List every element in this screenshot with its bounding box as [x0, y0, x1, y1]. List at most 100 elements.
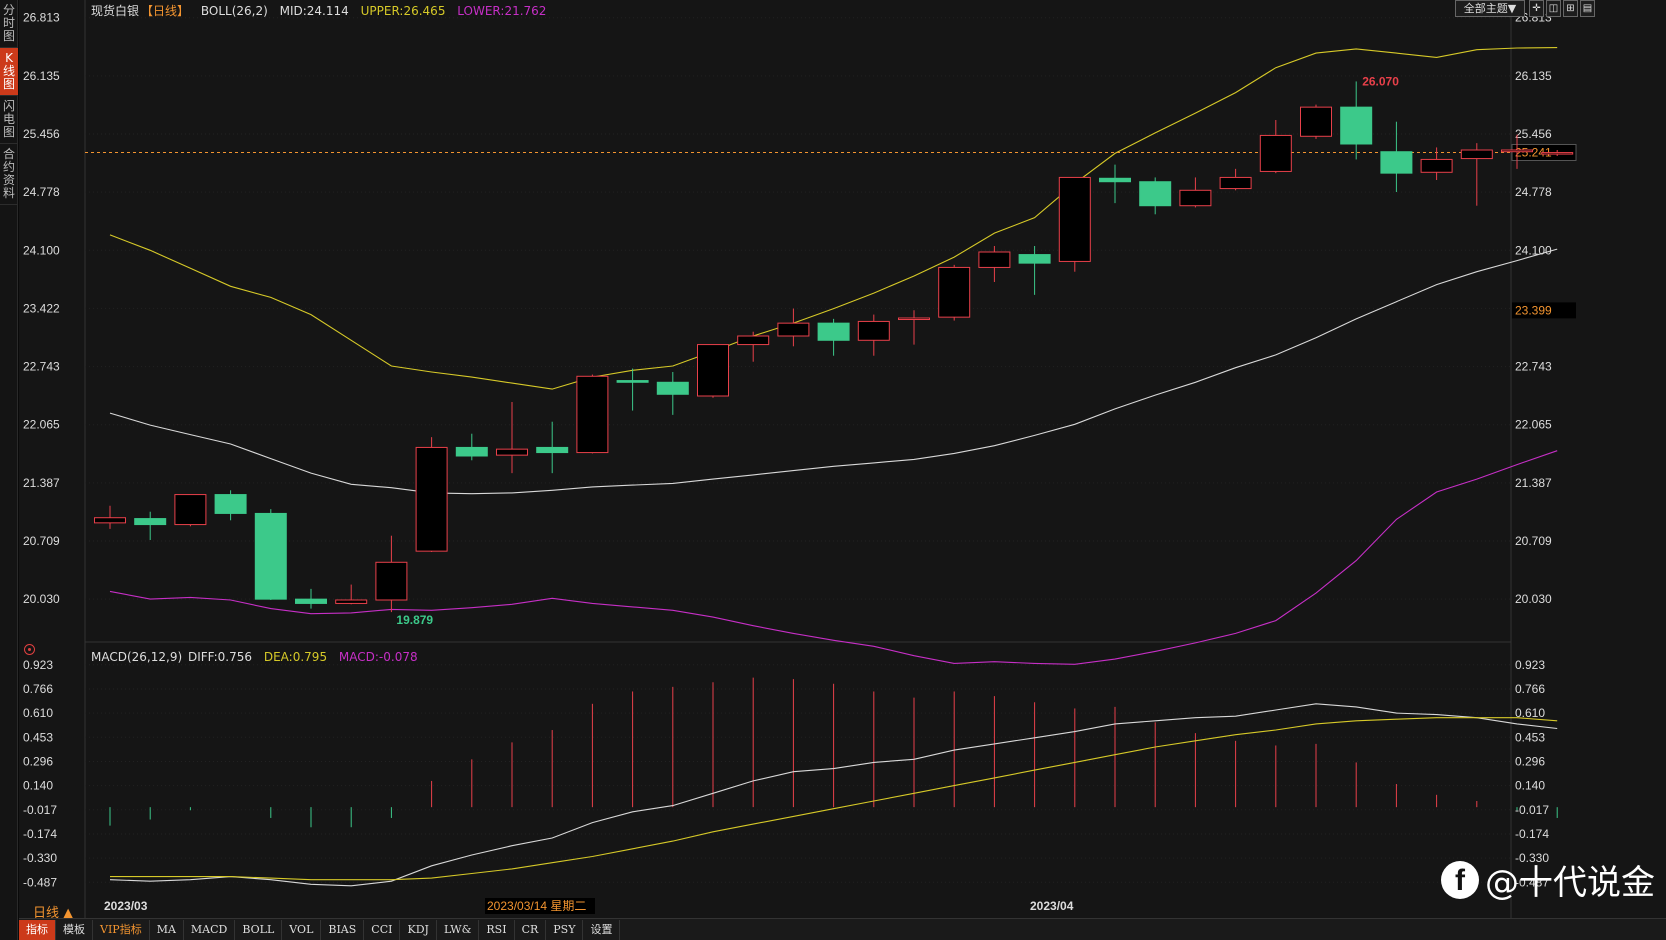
candle-body [1259, 134, 1292, 172]
macd-tick-label-right: 0.453 [1515, 730, 1545, 744]
split-icon[interactable]: ◫ [1546, 0, 1561, 17]
candle-body [214, 494, 247, 514]
macd-tick-label-left: -0.487 [23, 875, 57, 889]
crosshair-price-label: 23.399 [1515, 303, 1552, 317]
candle-body [134, 518, 167, 526]
price-tick-label-left: 24.100 [23, 243, 60, 257]
chart-area[interactable]: 26.813 26.813 26.135 26.135 25.456 25.456 24.7… [19, 0, 1666, 921]
candle-body [1460, 149, 1493, 160]
candle-body [1018, 254, 1051, 264]
candle-body [978, 251, 1011, 268]
candle-body [1058, 176, 1091, 262]
macd-dea: DEA:0.795 [263, 650, 328, 664]
macd-tick-label-left: -0.017 [23, 803, 57, 817]
candle-body [335, 599, 368, 604]
price-tick-label-right: 24.778 [1515, 185, 1552, 199]
price-tick-label-right: 20.030 [1515, 592, 1552, 606]
bottom-tab-2[interactable]: VIP指标 [93, 919, 150, 940]
macd-tick-label-right: 0.923 [1515, 658, 1545, 672]
boll-name: BOLL(26,2) [200, 4, 268, 18]
macd-tick-label-right: -0.017 [1515, 803, 1549, 817]
crosshair-icon[interactable]: ✛ [1529, 0, 1544, 17]
bottom-tab-13[interactable]: PSY [546, 919, 584, 940]
price-tick-label-right: 21.387 [1515, 476, 1552, 490]
macd-value: MACD:-0.078 [338, 650, 418, 664]
candle-body [1340, 106, 1373, 145]
candle-body [1501, 149, 1533, 153]
tab-contract-info[interactable]: 合约资料 [0, 144, 18, 205]
candle-body [415, 446, 448, 552]
indicator-tab-bar: 指标 模板 VIP指标 MA MACD BOLL VOL BIAS CCI KDJ LW& RSI CR… [19, 918, 1666, 940]
bottom-tab-10[interactable]: LW& [437, 919, 480, 940]
price-tick-label-left: 25.456 [23, 127, 60, 141]
macd-tick-label-right: 0.296 [1515, 755, 1545, 769]
macd-tick-label-left: -0.174 [23, 827, 57, 841]
bottom-tab-1[interactable]: 模板 [56, 919, 93, 940]
bottom-tab-9[interactable]: KDJ [400, 919, 437, 940]
candle-body [1099, 177, 1131, 183]
indicator-settings-icon[interactable] [24, 644, 35, 655]
date-label-start: 2023/03 [104, 899, 148, 913]
bottom-tab-6[interactable]: VOL [282, 919, 322, 940]
price-tick-label-right: 24.100 [1515, 243, 1552, 257]
facebook-icon: f [1441, 860, 1479, 899]
macd-tick-label-left: 0.140 [23, 779, 53, 793]
bottom-tab-14[interactable]: 设置 [583, 919, 621, 940]
bottom-tab-3[interactable]: MA [150, 919, 184, 940]
macd-diff: DIFF:0.756 [187, 650, 253, 664]
candle-body [857, 320, 890, 341]
boll-upper: UPPER:26.465 [360, 4, 446, 18]
candle-body [375, 561, 408, 601]
candle-body [1300, 106, 1332, 137]
bottom-tab-4[interactable]: MACD [184, 919, 236, 940]
boll-mid-line [109, 248, 1558, 495]
tab-kline[interactable]: K线图 [0, 48, 18, 96]
macd-tick-label-left: 0.610 [23, 706, 53, 720]
grid-icon[interactable]: ⊞ [1563, 0, 1578, 17]
macd-tick-label-left: 0.923 [23, 658, 53, 672]
macd-tick-label-right: 0.766 [1515, 682, 1545, 696]
candle-body [1541, 152, 1574, 155]
watermark: f @十代说金 [1441, 855, 1655, 904]
price-tick-label-right: 26.135 [1515, 69, 1552, 83]
macd-tick-label-right: -0.174 [1515, 827, 1549, 841]
tab-flash-chart[interactable]: 闪电图 [0, 96, 18, 144]
candle-body [737, 335, 770, 346]
tab-timeshare[interactable]: 分时图 [0, 0, 18, 48]
layout-icon[interactable]: ▤ [1580, 0, 1595, 17]
price-tick-label-left: 22.743 [23, 360, 60, 374]
macd-legend: MACD(26,12,9) DIFF:0.756 DEA:0.795 MACD:… [91, 650, 426, 664]
price-tick-label-left: 22.065 [23, 418, 60, 432]
bottom-tab-0[interactable]: 指标 [19, 919, 56, 940]
candle-body [898, 317, 930, 320]
candle-body [254, 512, 287, 600]
candle-body [1420, 158, 1453, 173]
candle-body [496, 448, 528, 456]
boll-legend: 现货白银 【日线】 BOLL(26,2) MID:24.114 UPPER:26.… [91, 2, 554, 19]
view-tab-strip: 分时图 K线图 闪电图 合约资料 [0, 0, 18, 940]
high-price-label: 26.070 [1362, 74, 1399, 88]
candle-body [1219, 176, 1252, 190]
macd-tick-label-left: 0.766 [23, 682, 53, 696]
candle-body [697, 344, 729, 397]
price-tick-label-left: 26.813 [23, 11, 60, 25]
bottom-tab-11[interactable]: RSI [479, 919, 515, 940]
bottom-tab-12[interactable]: CR [515, 919, 547, 940]
kline-chart[interactable]: 26.813 26.81326.135 26.13525.456 25.45624.7… [19, 0, 1666, 918]
price-tick-label-right: 22.743 [1515, 360, 1552, 374]
candle-body [938, 266, 971, 318]
date-label-mid: 2023/04 [1030, 899, 1074, 913]
candle-body [1139, 181, 1172, 207]
bottom-tab-8[interactable]: CCI [364, 919, 401, 940]
macd-tick-label-left: 0.453 [23, 730, 53, 744]
macd-name: MACD(26,12,9) [91, 650, 183, 664]
candle-body [174, 494, 207, 526]
theme-selector[interactable]: 全部主题▼ [1455, 0, 1525, 17]
candle-body [536, 446, 569, 454]
candle-body [576, 375, 609, 454]
bottom-tab-5[interactable]: BOLL [235, 919, 283, 940]
bottom-tab-7[interactable]: BIAS [321, 919, 365, 940]
price-tick-label-right: 20.709 [1515, 534, 1552, 548]
price-tick-label-left: 24.778 [23, 185, 60, 199]
price-tick-label-left: 20.030 [23, 592, 60, 606]
